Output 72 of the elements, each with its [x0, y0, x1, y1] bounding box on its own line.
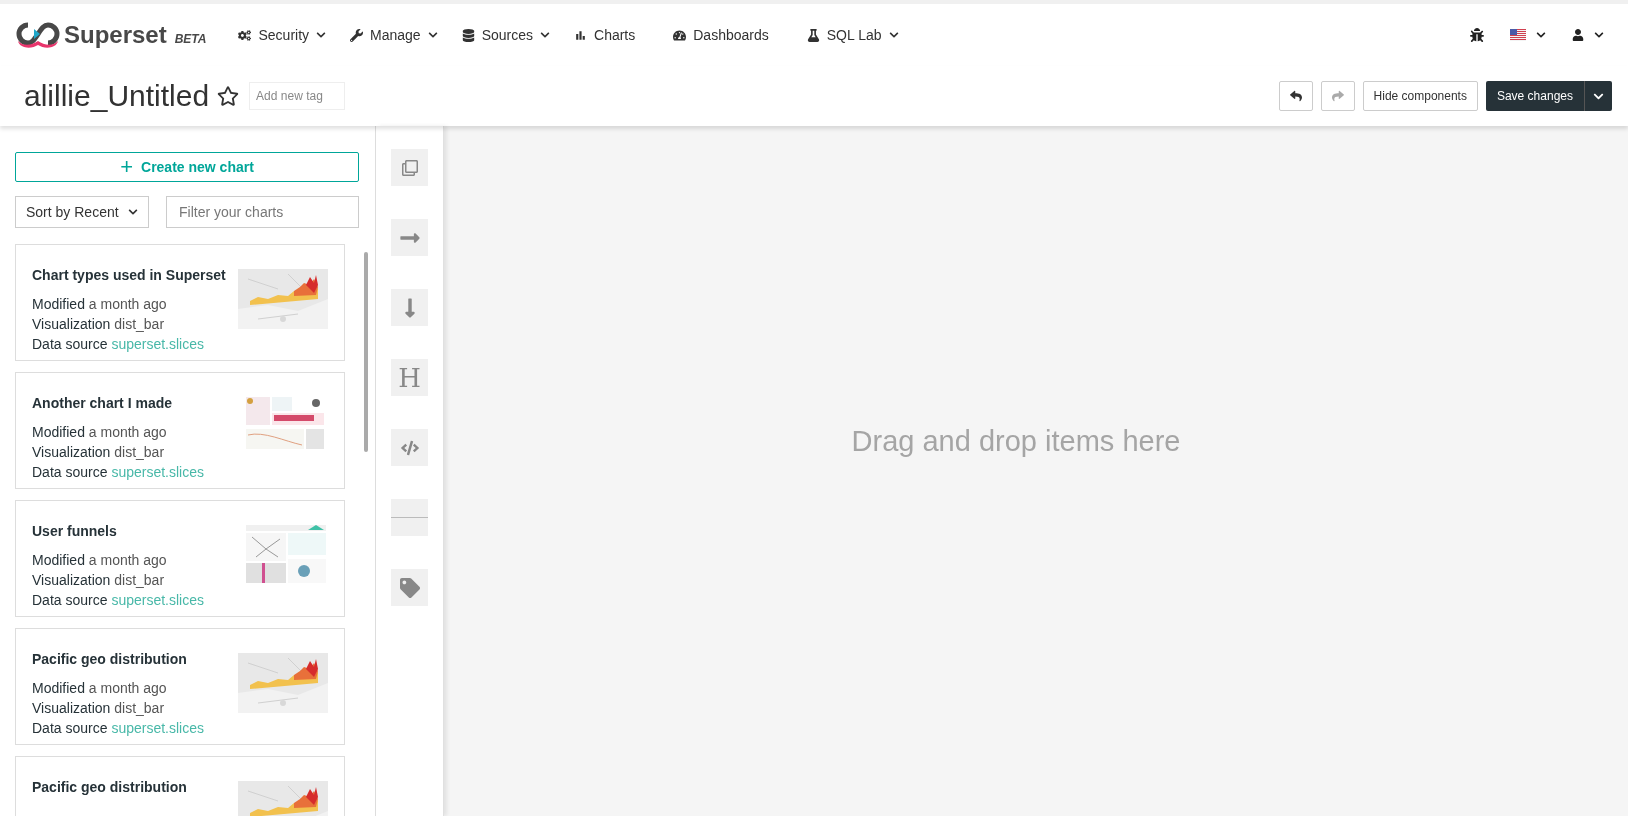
caret-icon: [316, 30, 327, 40]
nav-item[interactable]: Manage: [338, 27, 450, 43]
brand-name[interactable]: Superset: [64, 21, 167, 49]
caret-icon: [1594, 30, 1604, 40]
cogs-icon: [238, 28, 252, 42]
markdown-tool[interactable]: [391, 429, 428, 466]
nav-item[interactable]: SQL Lab: [794, 27, 911, 43]
tag-icon: [399, 577, 420, 598]
save-menu-button[interactable]: [1584, 81, 1612, 111]
dashboard-title[interactable]: alillie_Untitled: [24, 79, 210, 113]
undo-icon: [1289, 90, 1302, 102]
caret-icon: [427, 30, 438, 40]
gauge-icon: [673, 28, 687, 42]
drop-placeholder: Drag and drop items here: [851, 424, 1181, 458]
caret-icon: [1536, 30, 1546, 40]
modified-text: Modified a month ago: [32, 295, 168, 314]
bug-icon: [1470, 28, 1484, 42]
redo-icon: [1331, 90, 1344, 102]
divider-tool[interactable]: [391, 499, 428, 536]
user-menu[interactable]: [1572, 29, 1604, 41]
chart-card[interactable]: Pacific geo distribution Modified a month ago Visualization dist_bar Data source superset.slices: [15, 628, 345, 745]
data-source-text: Data source superset.slices: [32, 463, 204, 482]
chart-title: User funnels: [32, 523, 118, 539]
tabs-tool[interactable]: [391, 149, 428, 186]
caret-icon: [540, 30, 550, 40]
scrollbar[interactable]: [364, 252, 368, 452]
user-icon: [1572, 29, 1584, 41]
chart-title: Another chart I made: [32, 395, 174, 411]
chart-card[interactable]: Pacific geo distribution: [15, 756, 345, 816]
modified-text: Modified a month ago: [32, 423, 168, 442]
filter-field[interactable]: Filter your charts: [166, 196, 359, 228]
code-icon: [400, 438, 419, 457]
nav-item[interactable]: Charts: [562, 27, 648, 43]
flask-icon: [806, 28, 820, 42]
tag-tool[interactable]: [391, 569, 428, 606]
data-source-text: Data source superset.slices: [32, 591, 204, 610]
chart-card[interactable]: User funnels Modified a month ago Visualization dist_bar Data source superset.slices: [15, 500, 345, 617]
visualization-text: Visualization dist_bar: [32, 315, 166, 334]
chart-title: Pacific geo distribution: [32, 651, 188, 667]
save-button[interactable]: Save changes: [1485, 81, 1584, 111]
visualization-text: Visualization dist_bar: [32, 699, 166, 718]
hide-components-button[interactable]: Hide components: [1362, 81, 1478, 111]
beta-label: BETA: [174, 32, 207, 46]
modified-text: Modified a month ago: [32, 679, 168, 698]
star-icon[interactable]: [217, 85, 240, 107]
bar-chart-icon: [574, 28, 587, 42]
database-icon: [461, 28, 475, 42]
nav-item[interactable]: Security: [226, 27, 339, 43]
chart-title: Pacific geo distribution: [32, 779, 187, 795]
tag-field[interactable]: Add new tag: [249, 82, 346, 110]
undo-button[interactable]: [1278, 81, 1313, 111]
wrench-icon: [350, 28, 364, 42]
chart-card[interactable]: Chart types used in Superset Modified a month ago Visualization dist_bar Data source superset.slices: [15, 244, 345, 361]
nav-item[interactable]: Sources: [449, 27, 562, 43]
sort-select[interactable]: Sort by Recent: [15, 196, 149, 228]
flag-icon: [1510, 29, 1526, 41]
data-source-text: Data source superset.slices: [32, 335, 205, 354]
modified-text: Modified a month ago: [32, 551, 168, 570]
column-tool[interactable]: [391, 289, 428, 326]
language-menu[interactable]: [1510, 29, 1546, 41]
caret-icon: [128, 207, 138, 217]
logo-icon: [16, 21, 60, 49]
chart-card[interactable]: Another chart I made Modified a month ago Visualization dist_bar Data source superset.slices: [15, 372, 345, 489]
visualization-text: Visualization dist_bar: [32, 443, 166, 462]
bug-button[interactable]: [1470, 28, 1484, 42]
row-tool[interactable]: [391, 219, 428, 256]
data-source-text: Data source superset.slices: [32, 719, 204, 738]
nav-item[interactable]: Dashboards: [661, 27, 781, 43]
visualization-text: Visualization dist_bar: [32, 571, 166, 590]
tabs-icon: [401, 159, 418, 176]
chart-title: Chart types used in Superset: [32, 267, 226, 283]
caret-icon: [888, 30, 899, 40]
